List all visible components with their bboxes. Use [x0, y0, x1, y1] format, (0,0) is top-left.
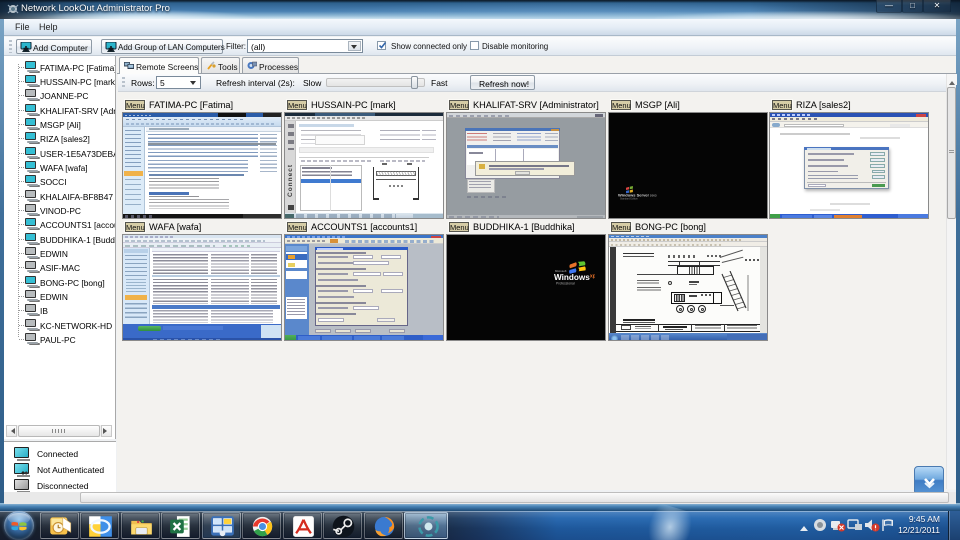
- svg-text:Professional: Professional: [556, 282, 575, 286]
- svg-text:Standard Edition: Standard Edition: [620, 198, 638, 201]
